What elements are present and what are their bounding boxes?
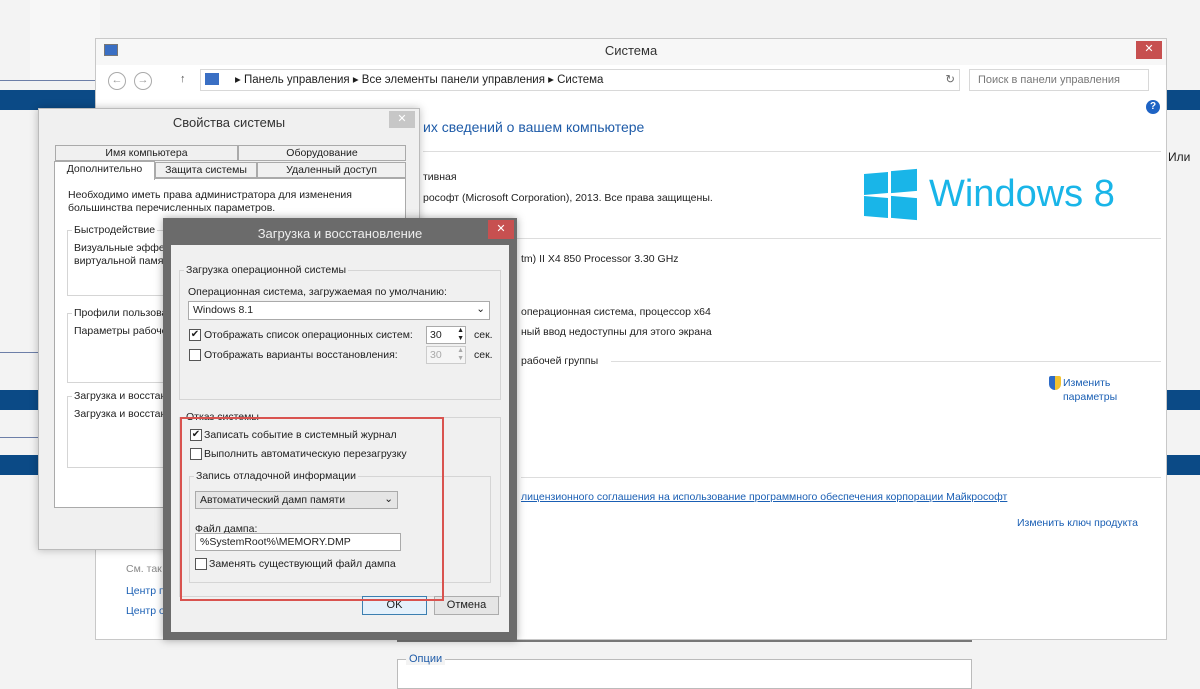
help-icon[interactable]: ? [1146,100,1160,114]
computer-icon [205,73,219,85]
pen-touch-text: ный ввод недоступны для этого экрана [521,326,712,338]
group-label: Профили пользоват [72,307,174,319]
bg-panel [30,0,100,80]
back-button[interactable]: ← [108,72,126,90]
show-list-spinner[interactable]: 30 ▲ ▼ [426,326,466,344]
show-list-checkbox[interactable]: ✔ [189,329,201,341]
close-button[interactable]: ✕ [1136,41,1162,59]
dialog-title: Свойства системы [172,115,286,130]
sec-label: сек. [474,329,493,341]
change-settings-link-2[interactable]: параметры [1063,391,1117,403]
window-title: Система [604,43,658,58]
group-text: виртуальной памяти [74,255,175,267]
tab-hardware[interactable]: Оборудование [238,145,406,161]
window-title-bar: Система [96,39,1166,65]
spinner-arrows-icon[interactable]: ▲ ▼ [457,347,464,363]
spinner-value: 30 [430,349,442,361]
breadcrumb-item[interactable]: Система [557,74,603,86]
windows-logo-text: Windows 8 [929,173,1115,215]
page-heading: их сведений о вашем компьютере [423,119,645,135]
see-also-heading: См. так [126,563,162,575]
group-text: Параметры рабочег [74,325,172,337]
bg-bar [1167,90,1200,110]
group-label: Загрузка и восстан [72,390,169,402]
show-recovery-checkbox[interactable] [189,349,201,361]
change-settings-link[interactable]: Изменить [1063,377,1110,389]
address-bar[interactable]: ▸ Панель управления ▸ Все элементы панел… [200,69,960,91]
tab-system-protection[interactable]: Защита системы [155,162,257,178]
tab-computer-name[interactable]: Имя компьютера [55,145,238,161]
shield-icon [1049,376,1061,390]
refresh-icon[interactable]: ↻ [945,70,955,90]
bg-text: Или [1168,150,1191,164]
system-type-text: операционная система, процессор x64 [521,306,711,318]
bg-bar [1167,455,1200,475]
change-key-link[interactable]: Изменить ключ продукта [1017,517,1138,529]
options-label: Опции [406,653,446,665]
group-label: Быстродействие [72,224,158,236]
copyright-text: рософт (Microsoft Corporation), 2013. Вс… [423,192,713,204]
breadcrumb-item[interactable]: Все элементы панели управления [362,74,545,86]
highlight-box [180,417,444,601]
processor-text: tm) II X4 850 Processor 3.30 GHz [521,253,679,265]
license-link[interactable]: лицензионного соглашения на использовани… [521,491,1007,503]
spinner-value: 30 [430,329,442,341]
default-os-label: Операционная система, загружаемая по умо… [188,286,447,298]
edition-text: тивная [423,171,457,183]
search-input[interactable]: Поиск в панели управления [969,69,1149,91]
tab-advanced[interactable]: Дополнительно [54,161,155,180]
tab-remote[interactable]: Удаленный доступ [257,162,406,178]
show-recovery-spinner[interactable]: 30 ▲ ▼ [426,346,466,364]
bg-bar [1167,390,1200,410]
close-button[interactable]: ✕ [389,111,415,128]
select-value: Windows 8.1 [193,304,254,316]
show-list-label: Отображать список операционных систем: [204,329,413,341]
divider [0,80,95,81]
chevron-icon: ▸ [548,74,558,86]
sec-label: сек. [474,349,493,361]
default-os-select[interactable]: Windows 8.1 ⌄ [188,301,490,320]
system-icon [104,44,118,56]
up-button[interactable]: ↑ [180,73,186,85]
chevron-down-icon: ⌄ [476,303,485,315]
breadcrumb-item[interactable]: Панель управления [244,74,350,86]
side-link[interactable]: Центр п [126,585,165,597]
close-button[interactable]: ✕ [488,220,514,239]
admin-note: Необходимо иметь права администратора дл… [68,189,352,214]
chevron-icon: ▸ [352,74,362,86]
windows-logo-icon [864,168,918,221]
forward-button[interactable]: → [134,72,152,90]
show-recovery-label: Отображать варианты восстановления: [204,349,398,361]
group-text: Загрузка и восстан [74,408,167,420]
side-link[interactable]: Центр о [126,605,165,617]
workgroup-heading: рабочей группы [521,355,599,367]
divider [397,640,972,642]
group-label: Загрузка операционной системы [184,264,349,276]
options-group: Опции [397,653,972,689]
spinner-arrows-icon[interactable]: ▲ ▼ [457,327,464,343]
dialog-title: Загрузка и восстановление [257,226,423,241]
chevron-icon: ▸ [235,74,244,86]
bg-bar [0,90,95,110]
